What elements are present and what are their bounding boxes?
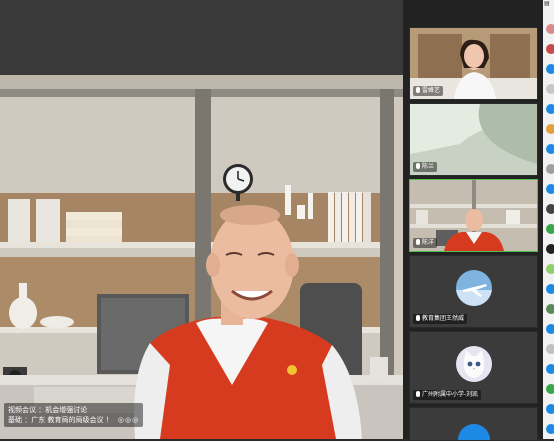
participant-gallery[interactable]: 雷蜂艺 陈兰 陈洋 教育集团王然威 广州附属中小学-刘凯 — [403, 0, 543, 441]
video-letterbox — [0, 0, 403, 75]
member-avatar[interactable] — [546, 144, 554, 154]
member-avatar[interactable] — [546, 164, 554, 174]
participant-name: 陈兰 — [422, 163, 435, 170]
member-avatar[interactable] — [546, 384, 554, 394]
participant-name: 雷蜂艺 — [422, 87, 441, 94]
mic-icon — [416, 87, 420, 93]
main-speaker-video[interactable]: 视频会议 ：机会增强讨论 基础 ：广东 教育局的局级会议 ！ ◎◎◎ — [0, 0, 403, 439]
member-avatar[interactable] — [546, 424, 554, 434]
member-list-icon: ▤ — [544, 0, 550, 7]
member-avatar[interactable] — [546, 84, 554, 94]
member-avatar[interactable] — [546, 124, 554, 134]
member-avatar[interactable] — [546, 184, 554, 194]
participant-avatar — [458, 424, 490, 440]
mic-icon — [416, 391, 420, 397]
member-avatar[interactable] — [546, 364, 554, 374]
member-avatar[interactable] — [546, 264, 554, 274]
member-avatar[interactable] — [546, 204, 554, 214]
mic-icon — [416, 239, 420, 245]
member-avatar[interactable] — [546, 404, 554, 414]
participant-name: 教育集团王然威 — [422, 315, 465, 322]
member-list-strip[interactable]: ▤ — [543, 0, 554, 439]
speaker-caption-line2: 基础 ：广东 教育局的局级会议 ！ — [8, 416, 113, 424]
mic-icon — [416, 315, 420, 321]
mic-icon — [416, 163, 420, 169]
member-avatar[interactable] — [546, 324, 554, 334]
plane-avatar-icon — [455, 269, 492, 306]
participant-tile[interactable]: 雷蜂艺 — [409, 27, 538, 100]
member-avatar[interactable] — [546, 284, 554, 294]
participant-tile-active[interactable]: 陈洋 — [409, 179, 538, 252]
participant-tile[interactable]: 陈兰 — [409, 103, 538, 176]
speaker-caption: 视频会议 ：机会增强讨论 基础 ：广东 教育局的局级会议 ！ ◎◎◎ — [4, 403, 144, 427]
participant-tile[interactable]: 教育集团王然威 — [409, 255, 538, 328]
member-avatar[interactable] — [546, 44, 554, 54]
member-avatar[interactable] — [546, 224, 554, 234]
cat-avatar-icon — [455, 345, 492, 382]
member-avatar[interactable] — [546, 64, 554, 74]
participant-tile[interactable]: 广州附属中小学-刘凯 — [409, 331, 538, 404]
member-avatar[interactable] — [546, 24, 554, 34]
member-avatar[interactable] — [546, 244, 554, 254]
member-avatar[interactable] — [546, 104, 554, 114]
member-avatar[interactable] — [546, 304, 554, 314]
speaker-scene — [0, 75, 403, 439]
participant-name: 广州附属中小学-刘凯 — [422, 391, 479, 398]
speaker-caption-line1: 视频会议 ：机会增强讨论 — [8, 406, 88, 414]
member-avatar[interactable] — [546, 344, 554, 354]
participant-name: 陈洋 — [422, 239, 435, 246]
participant-tile[interactable] — [409, 407, 538, 441]
caption-controls-icon[interactable]: ◎◎◎ — [118, 415, 139, 425]
